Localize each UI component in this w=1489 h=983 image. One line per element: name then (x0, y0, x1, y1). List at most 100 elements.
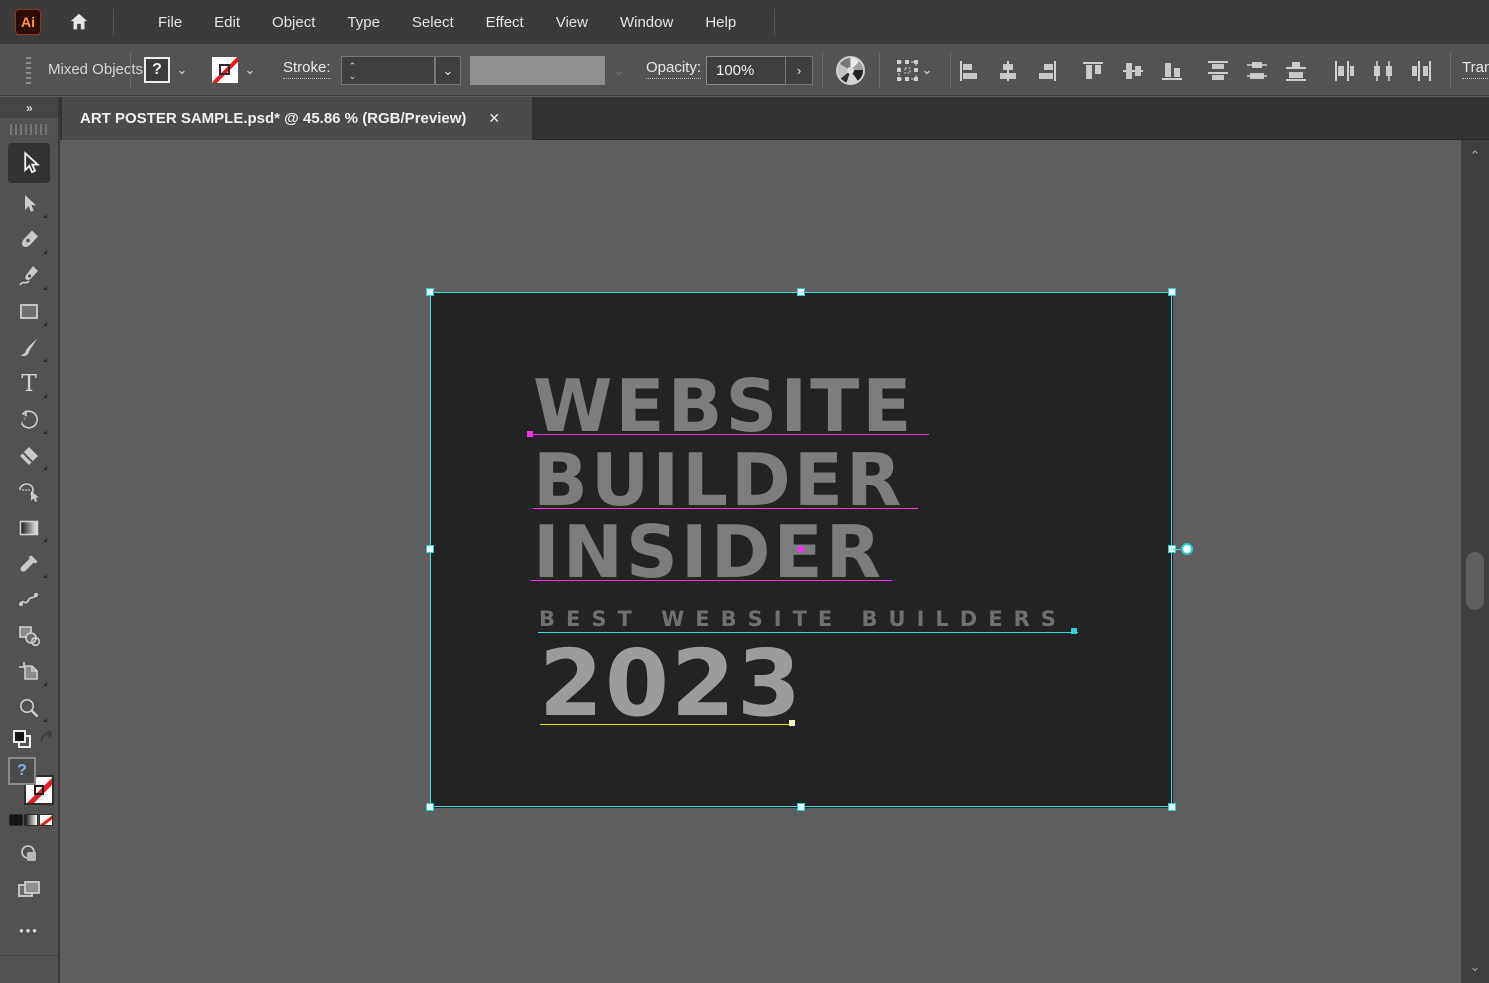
zoom-tool[interactable] (8, 691, 50, 725)
swap-fill-stroke-icon[interactable] (38, 729, 56, 747)
menu-file[interactable]: File (142, 4, 198, 41)
blend-tool[interactable] (8, 583, 50, 617)
document-canvas[interactable]: WEBSITE BUILDER INSIDER BEST WEBSITE BUI… (60, 140, 1461, 983)
selection-handle-top-center[interactable] (797, 288, 805, 296)
screen-mode-icon[interactable] (8, 873, 50, 907)
expand-panel-icon[interactable]: » (0, 97, 58, 118)
fill-box[interactable]: ? (8, 757, 36, 785)
vertical-distribute-bottom-icon[interactable] (1284, 59, 1308, 83)
home-icon[interactable] (67, 10, 91, 34)
illustrator-window: Ai File Edit Object Type Select Effect V… (0, 0, 1489, 983)
type-tool[interactable]: T (8, 367, 50, 401)
menubar-divider (774, 9, 775, 35)
rotate-handle[interactable] (1181, 543, 1193, 555)
menu-effect[interactable]: Effect (470, 4, 540, 41)
stroke-weight-stepper[interactable]: ⌃ ⌄ (341, 56, 364, 85)
default-fill-stroke-icon[interactable] (12, 729, 32, 749)
width-profile-dropdown[interactable] (470, 56, 605, 85)
none-button[interactable] (39, 814, 53, 826)
symbols-tool[interactable] (8, 619, 50, 653)
menu-view[interactable]: View (540, 4, 604, 41)
fill-stroke-indicator[interactable]: ? (8, 757, 56, 809)
stroke-frame-icon (219, 64, 230, 75)
isolate-selection-icon[interactable] (897, 60, 918, 81)
horizontal-align-left-icon[interactable] (957, 59, 981, 83)
menu-object[interactable]: Object (256, 4, 331, 41)
toolbar-grip-handle[interactable] (10, 124, 48, 135)
opacity-expand-icon[interactable]: › (785, 56, 813, 85)
fill-dropdown-chevron-icon[interactable]: ⌄ (170, 57, 194, 83)
width-profile-chevron-icon: ⌄ (606, 56, 632, 85)
horizontal-align-right-icon[interactable] (1035, 59, 1059, 83)
opacity-label[interactable]: Opacity: (646, 59, 701, 79)
vertical-align-bottom-icon[interactable] (1160, 59, 1184, 83)
edit-toolbar-icon[interactable]: ••• (0, 923, 58, 938)
stroke-frame-icon (34, 785, 44, 795)
selection-handle-bottom-center[interactable] (797, 803, 805, 811)
menu-items: File Edit Object Type Select Effect View… (142, 4, 752, 41)
color-button[interactable] (9, 814, 23, 826)
artboard-tool[interactable] (8, 655, 50, 689)
document-tab[interactable]: ART POSTER SAMPLE.psd* @ 45.86 % (RGB/Pr… (62, 97, 532, 140)
selection-context-label: Mixed Objects (48, 44, 143, 96)
paintbrush-tool[interactable] (8, 331, 50, 365)
eraser-tool[interactable] (8, 439, 50, 473)
stroke-weight-input[interactable] (363, 56, 435, 85)
horizontal-distribute-left-icon[interactable] (1332, 59, 1356, 83)
fill-color-swatch[interactable]: ? (144, 57, 170, 83)
horizontal-distribute-center-icon[interactable] (1371, 59, 1395, 83)
document-tab-bar: ART POSTER SAMPLE.psd* @ 45.86 % (RGB/Pr… (60, 97, 1489, 140)
rotate-tool[interactable] (8, 403, 50, 437)
stroke-color-swatch[interactable] (212, 57, 238, 83)
selection-handle-top-right[interactable] (1168, 288, 1176, 296)
horizontal-distribute-right-icon[interactable] (1409, 59, 1433, 83)
toolbar-divider (0, 955, 58, 956)
vertical-align-center-icon[interactable] (1121, 59, 1145, 83)
vertical-distribute-center-icon[interactable] (1245, 59, 1269, 83)
menu-window[interactable]: Window (604, 4, 689, 41)
divider (1450, 52, 1451, 88)
divider (950, 52, 951, 88)
direct-selection-tool[interactable] (8, 187, 50, 221)
divider (879, 52, 880, 88)
selection-tool[interactable] (8, 143, 50, 183)
close-tab-icon[interactable]: ✕ (488, 110, 500, 127)
document-title: ART POSTER SAMPLE.psd* @ 45.86 % (RGB/Pr… (80, 110, 466, 127)
selection-handle-middle-left[interactable] (426, 545, 434, 553)
opacity-input[interactable]: 100% (706, 56, 786, 85)
menu-help[interactable]: Help (689, 4, 752, 41)
stroke-label[interactable]: Stroke: (283, 59, 331, 79)
menu-edit[interactable]: Edit (198, 4, 256, 41)
stepper-up-icon[interactable]: ⌃ (349, 61, 357, 71)
shape-builder-tool[interactable] (8, 475, 50, 509)
horizontal-align-center-icon[interactable] (996, 59, 1020, 83)
gradient-button[interactable] (24, 814, 38, 826)
stroke-dropdown-chevron-icon[interactable]: ⌄ (238, 57, 262, 83)
stepper-down-icon[interactable]: ⌄ (349, 71, 357, 81)
app-logo-icon[interactable]: Ai (15, 9, 41, 35)
selection-bounding-box[interactable] (430, 292, 1172, 807)
gradient-tool[interactable] (8, 511, 50, 545)
isolate-chevron-icon[interactable]: ⌄ (919, 57, 935, 83)
menu-select[interactable]: Select (396, 4, 470, 41)
draw-mode-icon[interactable] (8, 837, 50, 871)
vertical-scrollbar[interactable]: ⌃ ⌄ (1461, 140, 1489, 983)
scroll-up-icon[interactable]: ⌃ (1461, 148, 1489, 164)
pen-tool[interactable] (8, 223, 50, 257)
vertical-distribute-top-icon[interactable] (1206, 59, 1230, 83)
quick-color-buttons (9, 814, 53, 826)
scrollbar-thumb[interactable] (1466, 552, 1484, 610)
transform-panel-link[interactable]: Tran (1462, 59, 1489, 79)
recolor-artwork-icon[interactable] (836, 56, 865, 85)
selection-handle-top-left[interactable] (426, 288, 434, 296)
selection-handle-bottom-right[interactable] (1168, 803, 1176, 811)
rectangle-tool[interactable] (8, 295, 50, 329)
selection-handle-bottom-left[interactable] (426, 803, 434, 811)
vertical-align-top-icon[interactable] (1081, 59, 1105, 83)
menu-type[interactable]: Type (331, 4, 396, 41)
eyedropper-tool[interactable] (8, 547, 50, 581)
panel-grip-handle[interactable] (26, 57, 31, 84)
scroll-down-icon[interactable]: ⌄ (1461, 959, 1489, 975)
stroke-weight-chevron-icon[interactable]: ⌄ (435, 56, 461, 85)
curvature-tool[interactable] (8, 259, 50, 293)
